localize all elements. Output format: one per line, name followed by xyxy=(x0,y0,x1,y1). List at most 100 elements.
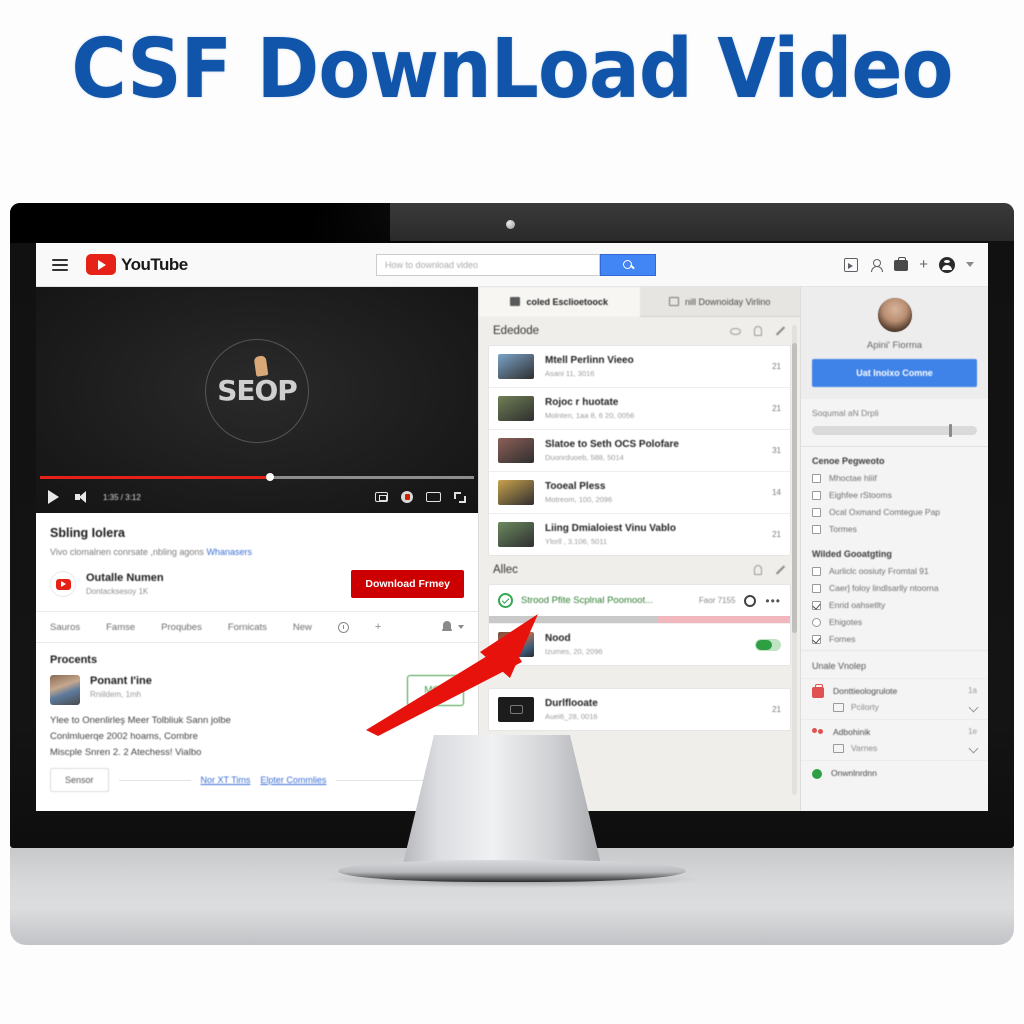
tab-fornicats[interactable]: Fornicats xyxy=(228,622,267,633)
download-section-title: Allec xyxy=(493,564,518,576)
video-description-link[interactable]: Whanasers xyxy=(206,547,252,557)
captions-icon[interactable] xyxy=(426,492,441,502)
checkbox[interactable] xyxy=(812,473,821,483)
player-progress-bar[interactable] xyxy=(36,473,478,481)
chevron-down-icon[interactable] xyxy=(968,702,979,713)
pencil-icon[interactable] xyxy=(775,326,786,336)
checkbox-row[interactable]: Eighfee rStooms xyxy=(812,490,977,500)
checkbox-row[interactable]: Ehigotes xyxy=(812,617,977,627)
list-item-count: 31 xyxy=(772,446,781,455)
youtube-play-icon xyxy=(86,254,116,275)
list-item[interactable]: Rojoc r huotate Molnten, 1aa 8, 6 20, 005… xyxy=(489,388,790,430)
slider-handle[interactable] xyxy=(948,424,952,437)
list-item-text: Liing Dmialoiest Vinu Vablo Ylorll , 3.10… xyxy=(545,523,766,546)
search-input[interactable]: How to download video xyxy=(375,253,600,276)
list-item-title: Durlflooate xyxy=(545,698,598,709)
more-comments-link[interactable]: Elpter Commlies xyxy=(260,775,326,785)
channel-name[interactable]: Outalle Numen xyxy=(86,572,164,584)
profile-action-button[interactable]: Uat lnoixo Comne xyxy=(812,359,977,387)
checkbox-row[interactable]: Fornes xyxy=(812,634,977,644)
clock-plus-icon[interactable] xyxy=(337,621,349,633)
filter-icon[interactable] xyxy=(754,565,762,575)
chevron-down-icon[interactable] xyxy=(458,625,464,629)
bulb-icon[interactable] xyxy=(754,326,762,336)
hamburger-menu-icon[interactable] xyxy=(52,258,68,271)
downloader-tabs: coled Esclioetoock nill Downoiday Virlin… xyxy=(479,287,800,317)
settings-gear-icon[interactable] xyxy=(401,491,413,503)
checkbox[interactable] xyxy=(812,600,821,610)
ok-button[interactable]: MOK xyxy=(407,675,464,706)
checkbox[interactable] xyxy=(812,583,821,593)
comment-line: Miscple Snren 2. 2 Atechess! Vialbo xyxy=(50,747,202,758)
checkbox[interactable] xyxy=(812,566,821,576)
settings-gear-icon[interactable] xyxy=(744,594,757,607)
checkbox-row[interactable]: Tormes xyxy=(812,524,977,534)
checkbox[interactable] xyxy=(812,524,821,534)
person-icon[interactable] xyxy=(869,258,884,272)
checkbox[interactable] xyxy=(812,507,821,517)
list-item[interactable]: Durlflooate Auei6_28, 0016 21 xyxy=(489,689,790,730)
bottom-list-heading: Unale Vnolep xyxy=(801,650,988,678)
sort-link[interactable]: Nor XT Tims xyxy=(201,775,251,785)
options-group-2: Wilded Gooatgting Aurliclc oosiuty Fromt… xyxy=(801,540,988,650)
fullscreen-icon[interactable] xyxy=(454,491,466,503)
search-button[interactable] xyxy=(599,253,656,276)
list-item[interactable]: Slatoe to Seth OCS Polofare Duonrduoeb, 5… xyxy=(489,430,790,472)
channel-avatar[interactable] xyxy=(50,571,76,597)
play-icon[interactable] xyxy=(48,490,59,504)
checkbox-row[interactable]: Ocal Oxmand Comtegue Pap xyxy=(812,507,977,517)
quality-slider[interactable] xyxy=(812,424,977,437)
plus-icon[interactable]: + xyxy=(919,257,928,272)
account-avatar-icon[interactable] xyxy=(939,256,955,273)
checkbox[interactable] xyxy=(812,634,821,644)
player-controls: 1:35 / 3:12 xyxy=(36,481,478,513)
progress-handle[interactable] xyxy=(266,473,275,481)
checkbox-label: Aurliclc oosiuty Fromtal 91 xyxy=(829,566,929,576)
apps-icon[interactable] xyxy=(894,257,909,271)
download-progress-fill xyxy=(489,616,658,623)
eye-icon[interactable] xyxy=(730,327,741,335)
tab-new[interactable]: New xyxy=(293,622,312,633)
checkbox-row[interactable]: Mhoctae hliif xyxy=(812,473,977,483)
comment-meta: Ponant I'ine Rniildem, 1mh xyxy=(90,675,152,706)
checkbox[interactable] xyxy=(812,490,821,500)
tab-sauros[interactable]: Sauros xyxy=(50,622,80,633)
sort-icon[interactable] xyxy=(775,565,786,575)
checkbox-row[interactable]: Enrid oahsetlty xyxy=(812,600,977,610)
list-item[interactable]: Mtell Perlinn Vieeo Asani 11, 3016 21 xyxy=(489,346,790,388)
sidebar-list-item[interactable]: Adbohinik Varnes 1e xyxy=(801,719,988,760)
list-item-title: Tooeal Pless xyxy=(545,481,606,492)
download-toggle[interactable] xyxy=(755,638,781,651)
more-options-icon[interactable]: ••• xyxy=(765,595,781,607)
checkbox-row[interactable]: Aurliclc oosiuty Fromtal 91 xyxy=(812,566,977,576)
plus-icon[interactable]: + xyxy=(375,621,381,633)
video-upload-icon[interactable] xyxy=(844,257,859,272)
sidebar-list-item[interactable]: Donttieologrulote Pcilorty 1a xyxy=(801,678,988,719)
avatar[interactable] xyxy=(876,297,913,333)
sidebar-item-text: Adbohinik Varnes xyxy=(833,727,962,753)
miniplayer-icon[interactable] xyxy=(375,492,388,502)
tab-proqubes[interactable]: Proqubes xyxy=(161,622,202,633)
youtube-logo[interactable]: YouTube xyxy=(86,254,188,275)
tab-famse[interactable]: Famse xyxy=(106,622,135,633)
active-download-row[interactable]: Strood Pfite Scplnal Poomoot... Faor 715… xyxy=(489,585,790,616)
checkbox-row[interactable]: Caer] foloy lindlsarlly ntoorna xyxy=(812,583,977,593)
list-item[interactable]: Tooeal Pless Motreom, 100, 2096 14 xyxy=(489,472,790,514)
chevron-down-icon[interactable] xyxy=(966,262,974,267)
download-button[interactable]: Download Frmey xyxy=(351,570,464,598)
sidebar-list-item[interactable]: Onwnlnrdnn xyxy=(801,760,988,786)
checkbox[interactable] xyxy=(812,617,821,627)
download-section-header: Allec xyxy=(479,556,800,584)
sidebar-item-label: Donttieologrulote xyxy=(833,686,898,696)
bell-icon[interactable] xyxy=(442,621,452,633)
tab-library[interactable]: coled Esclioetoock xyxy=(479,287,640,317)
sidebar-item-text: Onwnlnrdnn xyxy=(831,768,977,779)
panel-scrollbar[interactable] xyxy=(792,325,797,795)
sidebar-sub-row: Varnes xyxy=(833,743,962,753)
video-player[interactable]: SEOP 1:35 / 3:12 xyxy=(36,287,478,513)
volume-icon[interactable] xyxy=(75,491,89,503)
list-item[interactable]: Liing Dmialoiest Vinu Vablo Ylorll , 3.10… xyxy=(489,514,790,555)
reply-button[interactable]: Sensor xyxy=(50,768,109,792)
tab-downloading[interactable]: nill Downoiday Virlino xyxy=(639,287,800,317)
chevron-down-icon[interactable] xyxy=(968,743,979,754)
